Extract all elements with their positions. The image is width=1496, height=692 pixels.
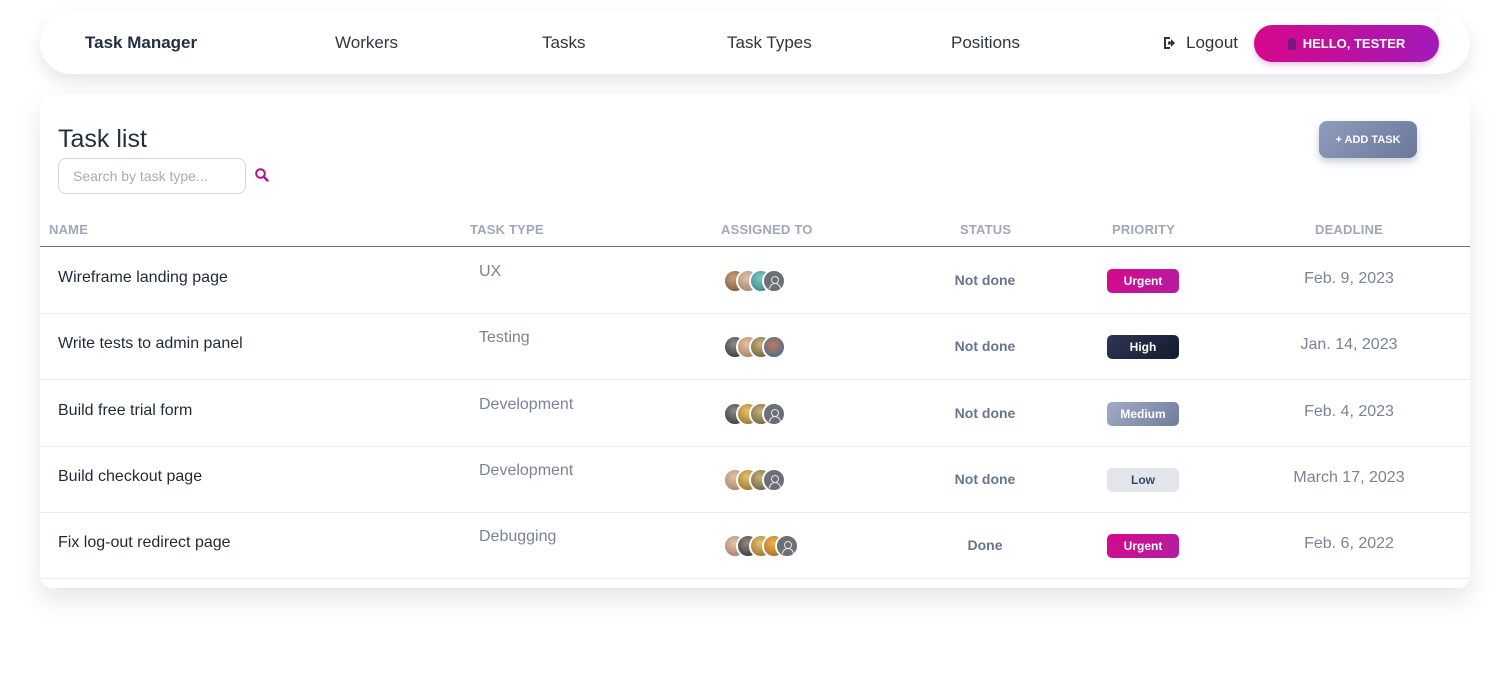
task-name[interactable]: Fix log-out redirect page bbox=[58, 534, 231, 552]
task-name[interactable]: Write tests to admin panel bbox=[58, 335, 243, 353]
status-text: Not done bbox=[954, 272, 1016, 288]
task-list-card: Task list + ADD TASK NAME TASK TYPE ASSI… bbox=[40, 95, 1470, 588]
nav-link-positions[interactable]: Positions bbox=[951, 12, 1020, 74]
status-text: Done bbox=[967, 537, 1003, 554]
task-name[interactable]: Build checkout page bbox=[58, 468, 202, 486]
deadline-date: Feb. 6, 2022 bbox=[1304, 535, 1394, 553]
deadline-date: Feb. 9, 2023 bbox=[1304, 270, 1394, 287]
status-text: Not done bbox=[954, 338, 1016, 355]
top-navbar: Task Manager Workers Tasks Task Types Po… bbox=[40, 12, 1470, 74]
default-avatar-icon[interactable] bbox=[762, 269, 786, 293]
add-task-button[interactable]: + ADD TASK bbox=[1319, 121, 1417, 158]
table-row[interactable]: Fix log-out redirect page Debugging Done Ur… bbox=[40, 513, 1470, 580]
default-avatar-icon[interactable] bbox=[762, 401, 786, 426]
task-type: Development bbox=[479, 395, 574, 413]
user-greeting-label: HELLO, TESTER bbox=[1302, 36, 1406, 51]
search-icon[interactable] bbox=[254, 167, 270, 183]
nav-brand[interactable]: Task Manager bbox=[85, 12, 197, 74]
column-header-name[interactable]: NAME bbox=[49, 222, 88, 237]
priority-badge: Medium bbox=[1107, 401, 1179, 426]
default-avatar-icon[interactable] bbox=[762, 467, 786, 492]
table-row[interactable]: Wireframe landing page UX Not done Urgent Fe… bbox=[40, 248, 1470, 314]
column-header-task-type[interactable]: TASK TYPE bbox=[470, 222, 544, 237]
deadline-date: Jan. 14, 2023 bbox=[1300, 336, 1398, 354]
column-header-priority[interactable]: PRIORITY bbox=[1112, 222, 1175, 237]
task-name[interactable]: Wireframe landing page bbox=[58, 269, 228, 287]
status-text: Not done bbox=[954, 470, 1016, 487]
page-title: Task list bbox=[58, 125, 147, 153]
status-text: Not done bbox=[954, 404, 1016, 421]
task-type: Development bbox=[479, 461, 574, 479]
column-header-deadline[interactable]: DEADLINE bbox=[1315, 222, 1383, 237]
table-row[interactable]: Build free trial form Development Not done… bbox=[40, 381, 1470, 447]
logout-label: Logout bbox=[1186, 33, 1238, 52]
priority-badge: High bbox=[1107, 335, 1179, 360]
task-type: UX bbox=[479, 263, 502, 280]
nav-link-workers[interactable]: Workers bbox=[335, 12, 398, 74]
column-header-status[interactable]: STATUS bbox=[960, 222, 1011, 237]
header-divider bbox=[40, 246, 1470, 247]
logout-link[interactable]: Logout bbox=[1162, 12, 1238, 74]
default-avatar-icon[interactable] bbox=[775, 534, 799, 559]
task-name[interactable]: Build free trial form bbox=[58, 402, 192, 420]
priority-badge: Low bbox=[1107, 467, 1179, 492]
user-greeting-button[interactable]: HELLO, TESTER bbox=[1254, 25, 1439, 62]
avatar[interactable] bbox=[762, 335, 786, 360]
nav-link-tasks[interactable]: Tasks bbox=[542, 12, 585, 74]
deadline-date: Feb. 4, 2023 bbox=[1304, 402, 1394, 420]
table-row[interactable]: Write tests to admin panel Testing Not don… bbox=[40, 314, 1470, 381]
nav-link-task-types[interactable]: Task Types bbox=[727, 12, 812, 74]
column-header-assigned-to[interactable]: ASSIGNED TO bbox=[721, 222, 813, 237]
task-type: Testing bbox=[479, 329, 530, 347]
user-icon bbox=[1287, 37, 1296, 50]
priority-badge: Urgent bbox=[1107, 534, 1179, 559]
table-row[interactable]: Build checkout page Development Not done Lo… bbox=[40, 447, 1470, 513]
logout-icon bbox=[1164, 37, 1175, 49]
search-input[interactable] bbox=[58, 158, 246, 194]
deadline-date: March 17, 2023 bbox=[1293, 468, 1405, 486]
task-type: Debugging bbox=[479, 528, 557, 546]
priority-badge: Urgent bbox=[1107, 269, 1179, 293]
